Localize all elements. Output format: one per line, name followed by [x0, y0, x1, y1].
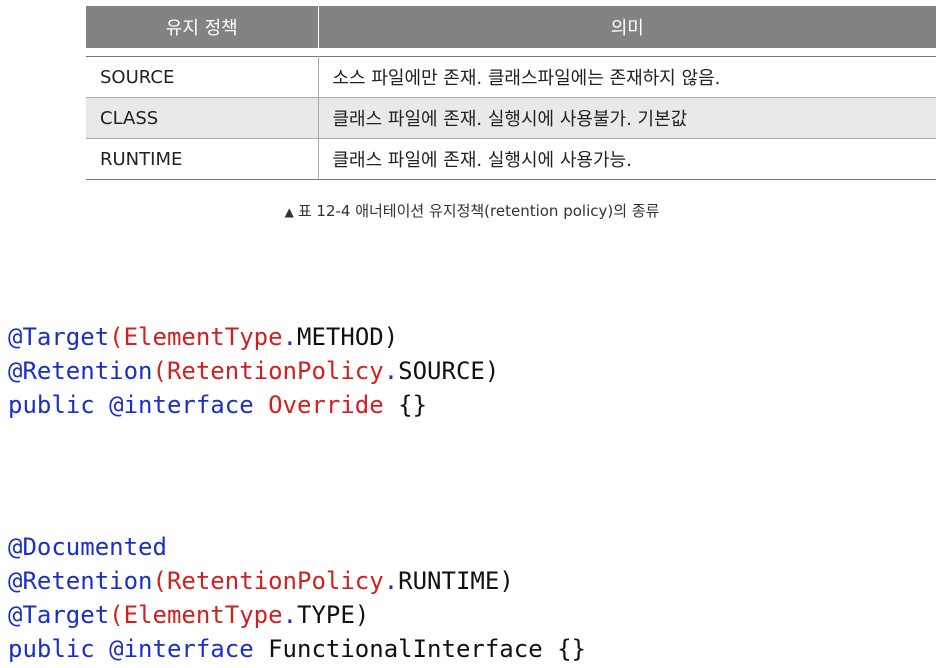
- code-line: public @interface Override {}: [8, 391, 427, 419]
- paren-token: ): [484, 357, 500, 385]
- dot-token: .: [383, 567, 399, 595]
- annotation-token: @Target: [8, 323, 110, 351]
- table: 유지 정책 의미 SOURCE 소스 파일에만 존재. 클래스파일에는 존재하지…: [86, 6, 936, 180]
- header-meaning: 의미: [318, 6, 936, 48]
- code-block-override: @Target(ElementType.METHOD) @Retention(R…: [8, 320, 499, 422]
- keyword-token: @interface: [109, 391, 254, 419]
- code-line: @Retention(RetentionPolicy.RUNTIME): [8, 567, 514, 595]
- keyword-token: @interface: [109, 635, 254, 663]
- keyword-token: public: [8, 635, 95, 663]
- header-policy: 유지 정책: [86, 6, 319, 48]
- dot-token: .: [282, 323, 298, 351]
- triangle-marker-icon: ▲: [284, 205, 294, 219]
- paren-token: ): [383, 323, 399, 351]
- paren-token: (: [152, 567, 167, 595]
- paren-token: (: [152, 357, 167, 385]
- paren-token: (: [109, 601, 124, 629]
- value-token: METHOD: [297, 323, 384, 351]
- code-block-functional-interface: @Documented @Retention(RetentionPolicy.R…: [8, 530, 586, 666]
- code-line: @Documented: [8, 533, 167, 561]
- annotation-token: @Retention: [8, 567, 153, 595]
- table-row: SOURCE 소스 파일에만 존재. 클래스파일에는 존재하지 않음.: [86, 56, 936, 98]
- paren-token: ): [354, 601, 370, 629]
- meaning-cell: 클래스 파일에 존재. 실행시에 사용가능.: [318, 138, 936, 180]
- paren-token: ): [499, 567, 514, 595]
- header-gap: [86, 48, 936, 57]
- value-token: TYPE: [297, 601, 355, 629]
- type-token: ElementType: [123, 601, 283, 629]
- table-row: RUNTIME 클래스 파일에 존재. 실행시에 사용가능.: [86, 138, 936, 180]
- policy-cell: CLASS: [86, 97, 319, 139]
- name-token: Override: [268, 391, 384, 419]
- keyword-token: public: [8, 391, 95, 419]
- code-line: @Target(ElementType.METHOD): [8, 323, 398, 351]
- table-header-row: 유지 정책 의미: [86, 6, 936, 48]
- name-token: FunctionalInterface: [268, 635, 543, 663]
- dot-token: .: [282, 601, 298, 629]
- value-token: SOURCE: [398, 357, 485, 385]
- caption-text: 표 12-4 애너테이션 유지정책(retention policy)의 종류: [297, 202, 660, 220]
- code-line: public @interface FunctionalInterface {}: [8, 635, 586, 663]
- dot-token: .: [383, 357, 399, 385]
- body-token: {}: [398, 391, 428, 419]
- type-token: RetentionPolicy: [166, 567, 384, 595]
- value-token: RUNTIME: [398, 567, 500, 595]
- type-token: RetentionPolicy: [166, 357, 384, 385]
- annotation-token: @Target: [8, 601, 110, 629]
- code-line: @Retention(RetentionPolicy.SOURCE): [8, 357, 499, 385]
- paren-token: (: [109, 323, 124, 351]
- annotation-token: @Documented: [8, 533, 167, 561]
- policy-cell: SOURCE: [86, 56, 319, 98]
- policy-cell: RUNTIME: [86, 138, 319, 180]
- body-token: {}: [557, 635, 587, 663]
- table-row: CLASS 클래스 파일에 존재. 실행시에 사용불가. 기본값: [86, 97, 936, 139]
- code-line: @Target(ElementType.TYPE): [8, 601, 369, 629]
- annotation-token: @Retention: [8, 357, 153, 385]
- retention-policy-table: 유지 정책 의미 SOURCE 소스 파일에만 존재. 클래스파일에는 존재하지…: [86, 6, 936, 180]
- table-caption: ▲ 표 12-4 애너테이션 유지정책(retention policy)의 종류: [0, 200, 944, 221]
- meaning-cell: 클래스 파일에 존재. 실행시에 사용불가. 기본값: [318, 97, 936, 139]
- type-token: ElementType: [123, 323, 283, 351]
- meaning-cell: 소스 파일에만 존재. 클래스파일에는 존재하지 않음.: [318, 56, 936, 98]
